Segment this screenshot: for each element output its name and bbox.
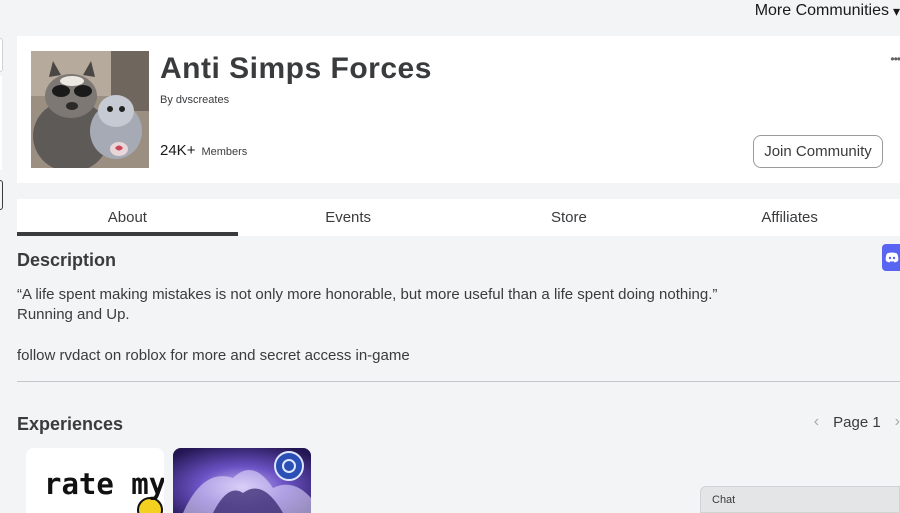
owner-link[interactable]: dvscreates <box>176 94 229 106</box>
chat-bar[interactable]: Chat <box>700 486 900 513</box>
chevron-right-icon[interactable]: › <box>895 413 900 431</box>
join-community-button[interactable]: Join Community <box>753 135 883 168</box>
member-count: 24K+ <box>160 142 196 159</box>
experience-tile[interactable]: rate my avatar? <box>26 448 164 513</box>
group-tabs: About Events Store Affiliates <box>17 199 900 236</box>
discord-icon[interactable] <box>882 244 900 271</box>
description-line: follow rvdact on roblox for more and sec… <box>17 347 410 364</box>
experience-tile[interactable] <box>173 448 311 513</box>
experience-tile-text: rate my avatar? <box>44 467 164 501</box>
more-dots-icon[interactable]: ••• <box>890 52 900 66</box>
byline-prefix: By <box>160 94 173 106</box>
chevron-left-icon[interactable]: ‹ <box>814 413 819 431</box>
more-communities-link[interactable]: More Communities ▾ <box>755 2 900 20</box>
tab-store[interactable]: Store <box>459 199 680 236</box>
group-header-card: Anti Simps Forces By dvscreates 24K+ Mem… <box>17 36 900 183</box>
left-panel-button[interactable] <box>0 180 3 210</box>
experiences-title: Experiences <box>17 414 124 434</box>
more-communities-label: More Communities <box>754 2 889 19</box>
left-panel-edge <box>0 38 3 72</box>
member-stats: 24K+ Members <box>160 142 247 159</box>
tab-events[interactable]: Events <box>238 199 459 236</box>
description-body: “A life spent making mistakes is not onl… <box>17 285 817 366</box>
left-panel-strip <box>0 76 2 170</box>
group-name: Anti Simps Forces <box>160 52 432 85</box>
page-label: Page 1 <box>833 413 881 431</box>
tab-affiliates[interactable]: Affiliates <box>679 199 900 236</box>
description-title: Description <box>17 250 117 270</box>
experiences-pager: ‹ Page 1 › <box>814 412 900 432</box>
description-line: “A life spent making mistakes is not onl… <box>17 286 718 303</box>
group-byline: By dvscreates <box>160 94 229 106</box>
members-label: Members <box>201 146 248 158</box>
group-emblem <box>31 51 149 168</box>
description-line: Running and Up. <box>17 306 130 323</box>
section-divider <box>17 381 900 382</box>
tab-about[interactable]: About <box>17 199 238 236</box>
chevron-down-icon: ▾ <box>892 2 900 19</box>
